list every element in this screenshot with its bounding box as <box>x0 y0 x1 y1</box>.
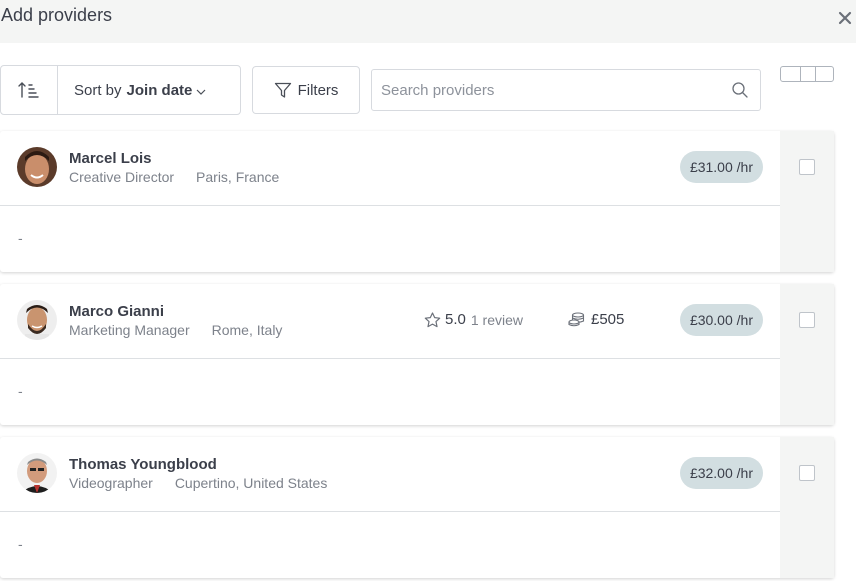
provider-card-main: Thomas Youngblood Videographer Cupertino,… <box>0 437 780 578</box>
sort-by-label: Sort by <box>74 81 122 99</box>
select-checkbox[interactable] <box>799 312 815 328</box>
provider-card-header: Marcel Lois Creative Director Paris, Fran… <box>0 131 780 206</box>
provider-card-header: Marco Gianni Marketing Manager Rome, Ital… <box>0 284 780 359</box>
star-icon <box>424 311 441 327</box>
provider-meta: Marketing Manager Rome, Italy <box>69 322 282 338</box>
avatar[interactable] <box>17 147 57 187</box>
earnings-value: £505 <box>591 311 625 328</box>
filters-button[interactable]: Filters <box>252 66 360 114</box>
provider-card: Thomas Youngblood Videographer Cupertino,… <box>0 437 834 578</box>
modal-header: Add providers <box>0 0 856 43</box>
provider-meta: Creative Director Paris, France <box>69 169 279 185</box>
provider-name[interactable]: Marcel Lois <box>69 150 152 167</box>
select-column <box>780 284 834 425</box>
provider-location: Cupertino, United States <box>174 475 328 491</box>
view-toggle-handle[interactable] <box>800 66 816 82</box>
sort-ascending-icon <box>18 82 39 98</box>
provider-name[interactable]: Thomas Youngblood <box>69 456 217 473</box>
provider-description: - <box>18 230 23 246</box>
review-count[interactable]: 1 review <box>471 312 523 328</box>
select-checkbox[interactable] <box>799 465 815 481</box>
provider-description: - <box>18 383 23 399</box>
filters-label: Filters <box>297 81 339 99</box>
select-checkbox[interactable] <box>799 159 815 175</box>
provider-location: Rome, Italy <box>211 322 283 338</box>
sort-by-value: Join date <box>126 81 193 99</box>
provider-location: Paris, France <box>196 169 280 185</box>
search-icon[interactable] <box>731 81 749 99</box>
rate-badge: £32.00 /hr <box>679 457 763 489</box>
provider-name[interactable]: Marco Gianni <box>69 303 164 320</box>
modal-title: Add providers <box>1 5 113 25</box>
provider-card: Marco Gianni Marketing Manager Rome, Ital… <box>0 284 834 425</box>
avatar[interactable] <box>17 300 57 340</box>
provider-rating: 5.0 1 review <box>424 311 523 328</box>
provider-role: Marketing Manager <box>69 322 190 338</box>
search-input[interactable] <box>372 70 760 110</box>
rating-value: 5.0 <box>445 311 466 328</box>
select-column <box>780 437 834 578</box>
provider-role: Videographer <box>69 475 153 491</box>
view-toggle[interactable] <box>780 66 834 82</box>
avatar[interactable] <box>17 453 57 493</box>
provider-earnings: £505 <box>568 311 624 328</box>
provider-meta: Videographer Cupertino, United States <box>69 475 327 491</box>
provider-role: Creative Director <box>69 169 175 185</box>
provider-card-main: Marco Gianni Marketing Manager Rome, Ital… <box>0 284 780 425</box>
rate-badge: £31.00 /hr <box>679 151 763 183</box>
provider-card: Marcel Lois Creative Director Paris, Fran… <box>0 131 834 272</box>
search-field <box>371 69 761 111</box>
coins-icon <box>568 312 585 327</box>
close-icon[interactable] <box>837 10 853 26</box>
provider-description: - <box>18 536 23 552</box>
select-column <box>780 131 834 272</box>
filter-icon <box>274 82 291 98</box>
sort-order-button[interactable] <box>1 66 58 114</box>
provider-card-main: Marcel Lois Creative Director Paris, Fran… <box>0 131 780 272</box>
chevron-down-icon <box>196 89 206 95</box>
sort-by-dropdown[interactable]: Sort by Join date <box>58 66 240 114</box>
rate-badge: £30.00 /hr <box>679 304 763 336</box>
sort-control: Sort by Join date <box>0 65 241 115</box>
provider-card-header: Thomas Youngblood Videographer Cupertino,… <box>0 437 780 512</box>
